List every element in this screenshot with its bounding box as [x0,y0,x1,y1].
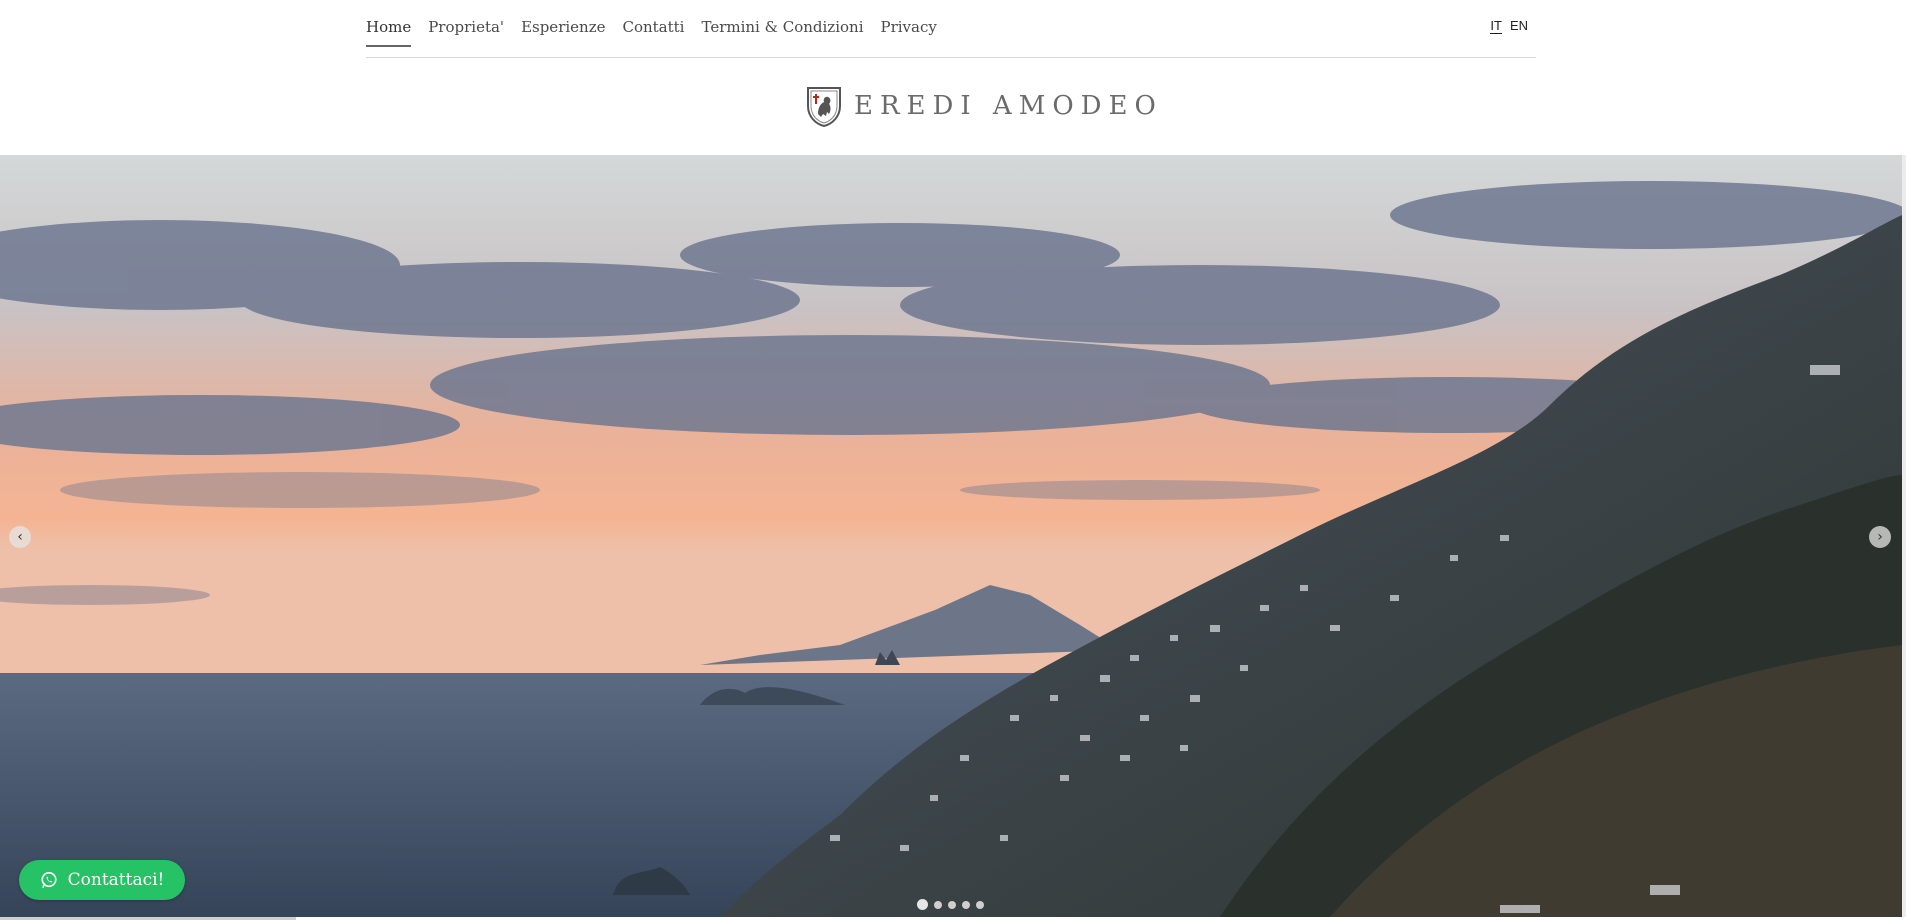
nav-termini-condizioni[interactable]: Termini & Condizioni [701,18,863,47]
brand-name: EREDI AMODEO [854,91,1163,121]
page-scrollbar[interactable] [1902,155,1906,917]
nav-privacy[interactable]: Privacy [881,18,937,47]
chevron-left-icon: ‹ [17,529,23,545]
nav-contatti[interactable]: Contatti [622,18,684,47]
nav-esperienze[interactable]: Esperienze [521,18,605,47]
crest-lion-icon [807,87,841,128]
whatsapp-contact-label: Contattaci! [67,870,165,890]
whatsapp-contact-button[interactable]: Contattaci! [19,860,185,900]
slider-dot-2[interactable] [934,900,942,909]
slider-dot-3[interactable] [948,900,956,909]
brand-logo[interactable]: EREDI AMODEO [804,84,1163,128]
language-switcher: IT EN [1482,18,1528,34]
slider-dot-4[interactable] [962,900,970,909]
chevron-right-icon: › [1877,529,1883,545]
hero-image [0,155,1902,917]
top-navigation: Home Proprieta' Esperienze Contatti Term… [366,0,1536,58]
whatsapp-icon [41,871,57,889]
page-scroll-progress [0,917,296,920]
nav-proprieta[interactable]: Proprieta' [428,18,504,47]
main-menu: Home Proprieta' Esperienze Contatti Term… [366,18,954,47]
lang-en[interactable]: EN [1510,18,1528,34]
slider-dot-1[interactable] [917,899,928,910]
nav-home[interactable]: Home [366,18,412,47]
lang-it[interactable]: IT [1490,18,1502,34]
slider-dot-5[interactable] [976,900,984,909]
slider-prev-button[interactable]: ‹ [9,526,31,548]
slider-pagination [917,899,990,910]
hero-slider[interactable] [0,155,1902,917]
slider-next-button[interactable]: › [1869,526,1891,548]
